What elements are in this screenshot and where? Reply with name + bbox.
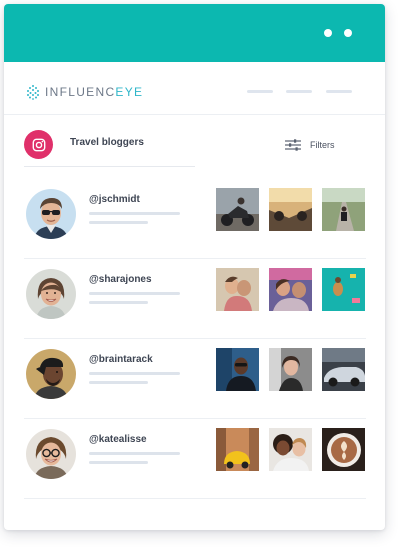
list-title: Travel bloggers bbox=[70, 137, 144, 148]
post-thumbnail[interactable] bbox=[269, 188, 312, 231]
post-thumbnail[interactable] bbox=[322, 428, 365, 471]
influencer-handle[interactable]: @jschmidt bbox=[89, 194, 140, 205]
influencer-handle[interactable]: @katealisse bbox=[89, 434, 147, 445]
text-placeholder-line bbox=[89, 452, 180, 455]
post-thumbnail[interactable] bbox=[216, 188, 259, 231]
post-thumbnail[interactable] bbox=[322, 348, 365, 391]
post-thumbnail[interactable] bbox=[216, 268, 259, 311]
text-placeholder-line bbox=[89, 221, 148, 224]
text-placeholder-line bbox=[89, 372, 180, 375]
avatar[interactable] bbox=[26, 349, 76, 399]
nav-item-1[interactable] bbox=[247, 90, 273, 93]
post-thumbnail[interactable] bbox=[322, 268, 365, 311]
influencer-handle[interactable]: @braintarack bbox=[89, 354, 153, 365]
window-dot-2[interactable] bbox=[344, 29, 352, 37]
text-placeholder-line bbox=[89, 301, 148, 304]
text-placeholder-line bbox=[89, 292, 180, 295]
nav-item-3[interactable] bbox=[326, 90, 352, 93]
influencer-row[interactable]: @braintarack bbox=[24, 339, 366, 419]
nav-item-2[interactable] bbox=[286, 90, 312, 93]
avatar[interactable] bbox=[26, 189, 76, 239]
filters-label: Filters bbox=[310, 140, 335, 150]
dotted-eye-logo-icon bbox=[27, 85, 39, 100]
influencer-row[interactable]: @jschmidt bbox=[24, 179, 366, 259]
window-dot-1[interactable] bbox=[324, 29, 332, 37]
header-divider bbox=[4, 114, 385, 115]
window-title-bar bbox=[4, 4, 385, 62]
app-window: INFLUENCEYE Travel bloggers Filters @jsc… bbox=[4, 4, 385, 530]
instagram-icon bbox=[24, 130, 53, 159]
influencer-handle[interactable]: @sharajones bbox=[89, 274, 152, 285]
brand-logo[interactable]: INFLUENCEYE bbox=[25, 82, 143, 102]
text-placeholder-line bbox=[89, 461, 148, 464]
post-thumbnail[interactable] bbox=[216, 348, 259, 391]
sliders-icon bbox=[285, 139, 301, 151]
avatar[interactable] bbox=[26, 269, 76, 319]
post-thumbnail[interactable] bbox=[269, 268, 312, 311]
post-thumbnail[interactable] bbox=[269, 348, 312, 391]
text-placeholder-line bbox=[89, 381, 148, 384]
filters-button[interactable]: Filters bbox=[285, 138, 335, 152]
avatar[interactable] bbox=[26, 429, 76, 479]
list-title-underline bbox=[24, 166, 195, 167]
post-thumbnail[interactable] bbox=[322, 188, 365, 231]
influencer-row[interactable]: @katealisse bbox=[24, 419, 366, 499]
influencer-row[interactable]: @sharajones bbox=[24, 259, 366, 339]
post-thumbnail[interactable] bbox=[216, 428, 259, 471]
post-thumbnail[interactable] bbox=[269, 428, 312, 471]
brand-name: INFLUENCEYE bbox=[45, 85, 144, 99]
row-divider bbox=[24, 498, 366, 499]
text-placeholder-line bbox=[89, 212, 180, 215]
